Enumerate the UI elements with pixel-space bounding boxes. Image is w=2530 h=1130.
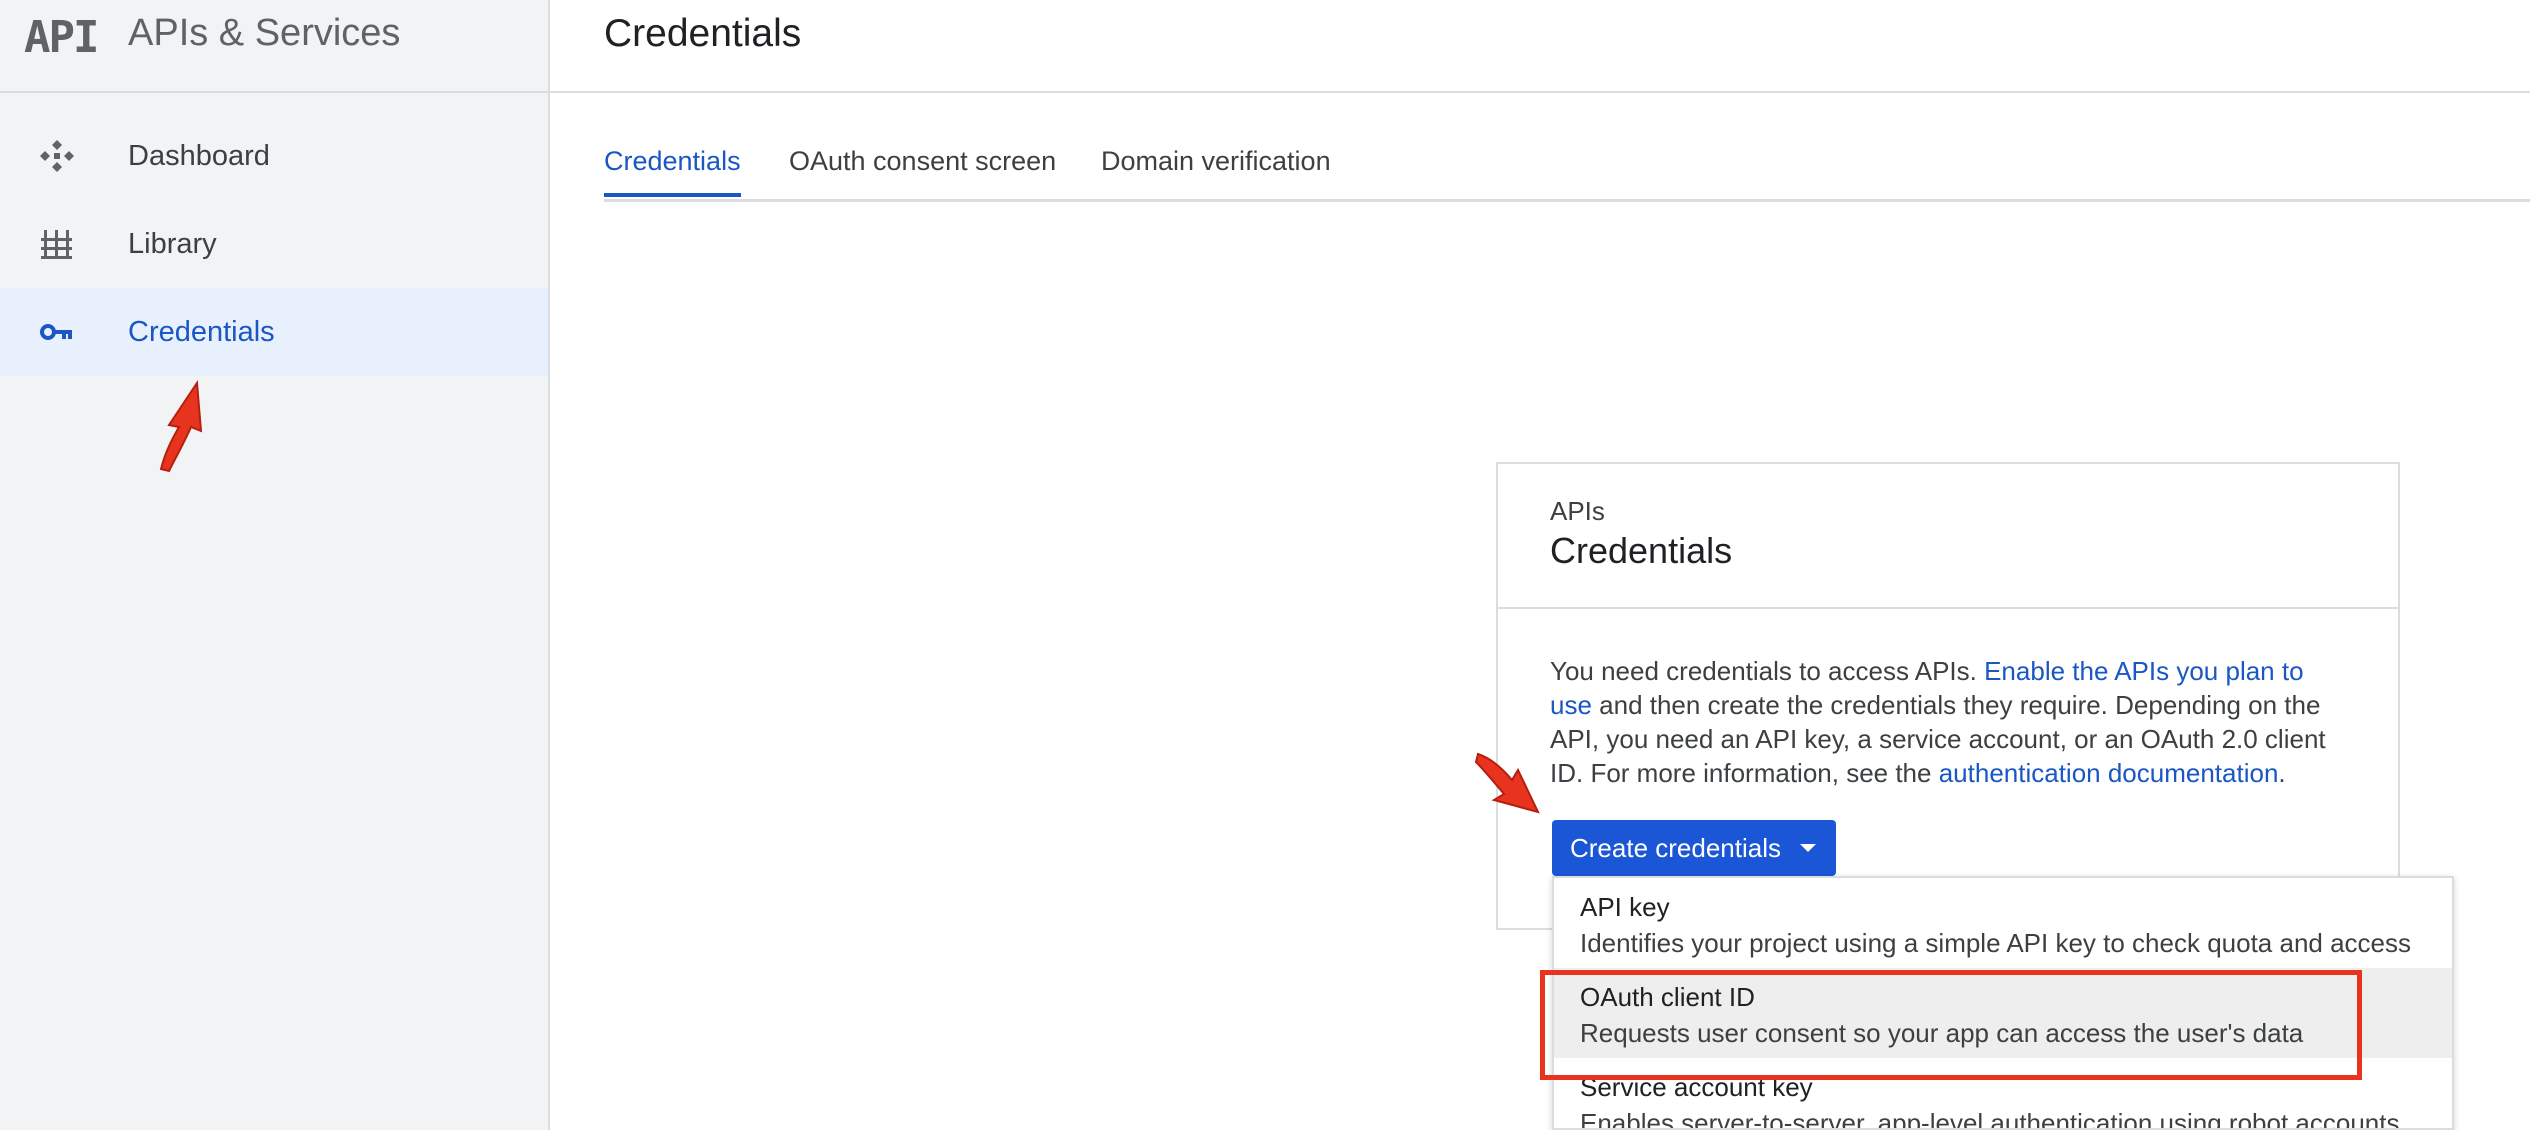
create-credentials-menu: API key Identifies your project using a … xyxy=(1552,876,2454,1130)
app-title: APIs & Services xyxy=(128,12,401,54)
page-title: Credentials xyxy=(604,12,802,55)
menu-item-description: Identifies your project using a simple A… xyxy=(1580,928,2412,958)
description-text: You need credentials to access APIs. xyxy=(1550,656,1985,686)
page-header: Credentials xyxy=(550,0,2530,93)
create-credentials-button[interactable]: Create credentials xyxy=(1552,820,1836,876)
menu-item-title: Service account key xyxy=(1580,1072,1813,1102)
tab-domain-verification[interactable]: Domain verification xyxy=(1101,146,1331,193)
menu-item-service-account-key[interactable]: Service account key Enables server-to-se… xyxy=(1554,1058,2452,1130)
card-eyebrow: APIs xyxy=(1550,496,1605,526)
api-logo: API xyxy=(24,12,99,63)
brand-header: API APIs & Services xyxy=(0,0,548,93)
description-text: . xyxy=(2278,758,2286,788)
tab-oauth-consent-screen[interactable]: OAuth consent screen xyxy=(789,146,1056,193)
sidebar-item-credentials[interactable]: Credentials xyxy=(0,288,548,376)
library-icon xyxy=(38,226,76,262)
chevron-down-icon xyxy=(1800,844,1816,852)
sidebar-item-label: Dashboard xyxy=(128,139,270,172)
sidebar-item-library[interactable]: Library xyxy=(0,200,548,288)
menu-item-oauth-client-id[interactable]: OAuth client ID Requests user consent so… xyxy=(1554,968,2452,1058)
authentication-documentation-link[interactable]: authentication documentation xyxy=(1939,758,2279,788)
tab-bar: Credentials OAuth consent screen Domain … xyxy=(604,130,2530,202)
dashboard-icon xyxy=(38,138,76,174)
sidebar-item-label: Credentials xyxy=(128,315,275,348)
menu-item-api-key[interactable]: API key Identifies your project using a … xyxy=(1554,878,2452,968)
sidebar: API APIs & Services Dashboard Library Cr… xyxy=(0,0,550,1130)
menu-item-description: Requests user consent so your app can ac… xyxy=(1580,1018,2304,1048)
sidebar-item-label: Library xyxy=(128,227,217,260)
menu-item-title: OAuth client ID xyxy=(1580,982,1755,1012)
card-header: APIs Credentials xyxy=(1498,464,2398,609)
menu-item-description: Enables server-to-server, app-level auth… xyxy=(1580,1108,2400,1130)
card-title: Credentials xyxy=(1550,530,1733,571)
card-description: You need credentials to access APIs. Ena… xyxy=(1550,654,2340,790)
key-icon xyxy=(38,314,76,350)
tab-credentials[interactable]: Credentials xyxy=(604,146,741,197)
menu-item-title: API key xyxy=(1580,892,1670,922)
create-credentials-label: Create credentials xyxy=(1570,832,1781,863)
sidebar-item-dashboard[interactable]: Dashboard xyxy=(0,112,548,200)
